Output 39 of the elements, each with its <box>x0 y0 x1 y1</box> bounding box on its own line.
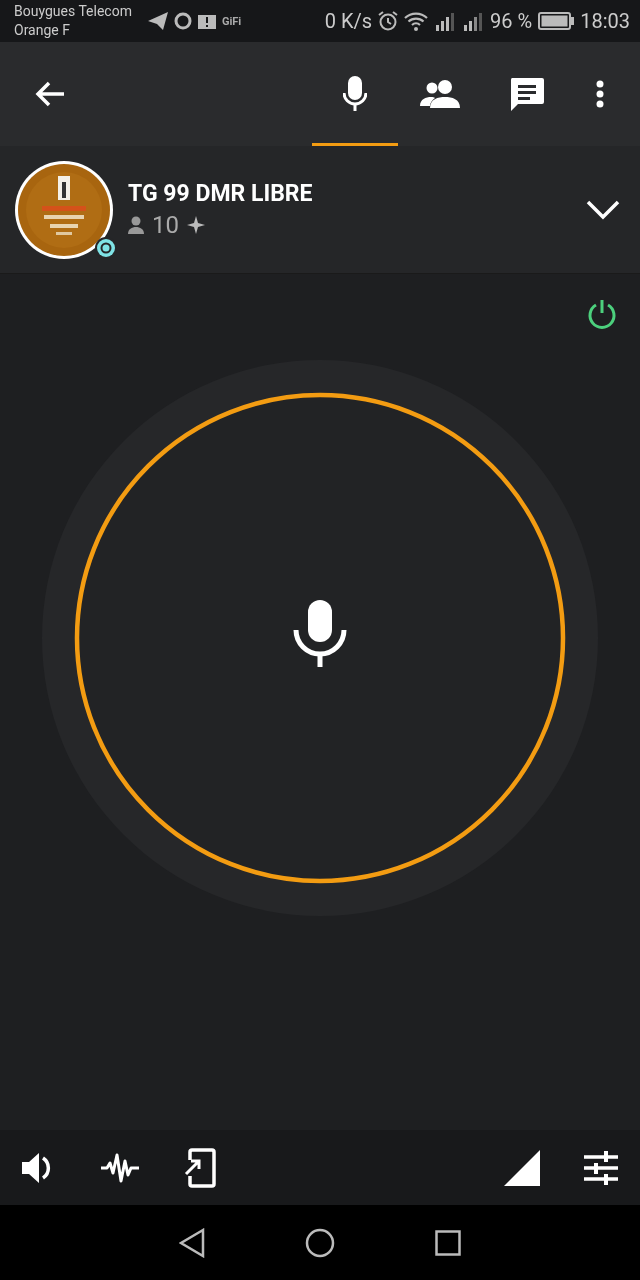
device-button[interactable] <box>184 1147 216 1188</box>
audio-wave-button[interactable] <box>100 1151 140 1184</box>
recents-nav-icon[interactable] <box>435 1229 461 1256</box>
carrier-name: Bouygues Telecom <box>14 2 132 21</box>
chevron-down-icon <box>586 199 620 220</box>
settings-button[interactable] <box>584 1150 618 1185</box>
back-nav-icon[interactable] <box>179 1227 205 1258</box>
signal-strength-icon <box>504 1149 540 1186</box>
carrier-name: Orange F <box>14 21 71 40</box>
sd-card-icon <box>197 13 216 29</box>
people-icon <box>420 80 462 108</box>
sliders-icon <box>584 1150 618 1185</box>
gifi-label: GiFi <box>221 14 242 28</box>
network-speed: 0 K/s <box>324 9 373 33</box>
microphone-icon <box>293 600 347 667</box>
power-icon <box>586 298 618 330</box>
battery-icon <box>538 12 575 30</box>
signal-icon <box>434 11 457 31</box>
battery-percent: 96 % <box>490 9 533 33</box>
push-to-talk-button[interactable] <box>42 360 598 916</box>
person-icon <box>128 216 144 234</box>
member-count: 10 <box>152 211 179 239</box>
expand-button[interactable] <box>586 199 620 220</box>
microphone-icon <box>343 76 367 112</box>
channel-name: TG 99 DMR LIBRE <box>128 180 314 207</box>
home-nav-icon[interactable] <box>305 1227 335 1258</box>
chat-icon <box>509 76 545 112</box>
power-button[interactable] <box>586 298 618 330</box>
star-icon <box>187 216 205 234</box>
circle-icon <box>173 12 192 30</box>
paper-plane-icon <box>147 12 168 30</box>
signal-icon <box>462 11 485 31</box>
phone-arrow-icon <box>184 1147 216 1188</box>
wifi-icon <box>404 11 429 31</box>
back-arrow-icon <box>35 81 65 107</box>
clock: 18:03 <box>580 9 630 33</box>
waveform-icon <box>100 1151 140 1184</box>
alarm-icon <box>378 11 399 31</box>
more-icon <box>596 80 604 108</box>
